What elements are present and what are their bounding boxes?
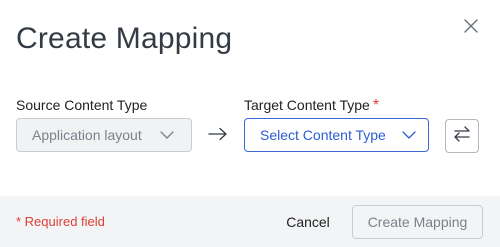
source-selected-value: Application layout <box>32 127 142 143</box>
swap-content-types-button[interactable] <box>445 119 479 153</box>
target-select-placeholder: Select Content Type <box>260 127 386 143</box>
cancel-button[interactable]: Cancel <box>270 206 346 238</box>
dialog-title: Create Mapping <box>16 22 233 55</box>
target-label-text: Target Content Type <box>244 97 370 113</box>
source-content-type-label: Source Content Type <box>16 97 148 113</box>
chevron-down-icon <box>160 131 174 139</box>
source-content-type-select: Application layout <box>16 118 192 152</box>
close-icon <box>459 14 483 38</box>
required-asterisk: * <box>372 97 380 114</box>
target-content-type-label: Target Content Type * <box>244 97 379 115</box>
arrow-right-icon <box>208 127 228 141</box>
required-field-note: * Required field <box>16 214 105 229</box>
close-button[interactable] <box>459 14 483 38</box>
swap-arrows-icon <box>453 125 471 147</box>
create-mapping-button[interactable]: Create Mapping <box>352 205 483 239</box>
dialog-footer: * Required field Cancel Create Mapping <box>0 196 500 247</box>
create-mapping-dialog: Create Mapping Source Content Type Targe… <box>0 0 500 247</box>
chevron-down-icon <box>402 131 416 139</box>
target-content-type-select[interactable]: Select Content Type <box>244 118 429 152</box>
